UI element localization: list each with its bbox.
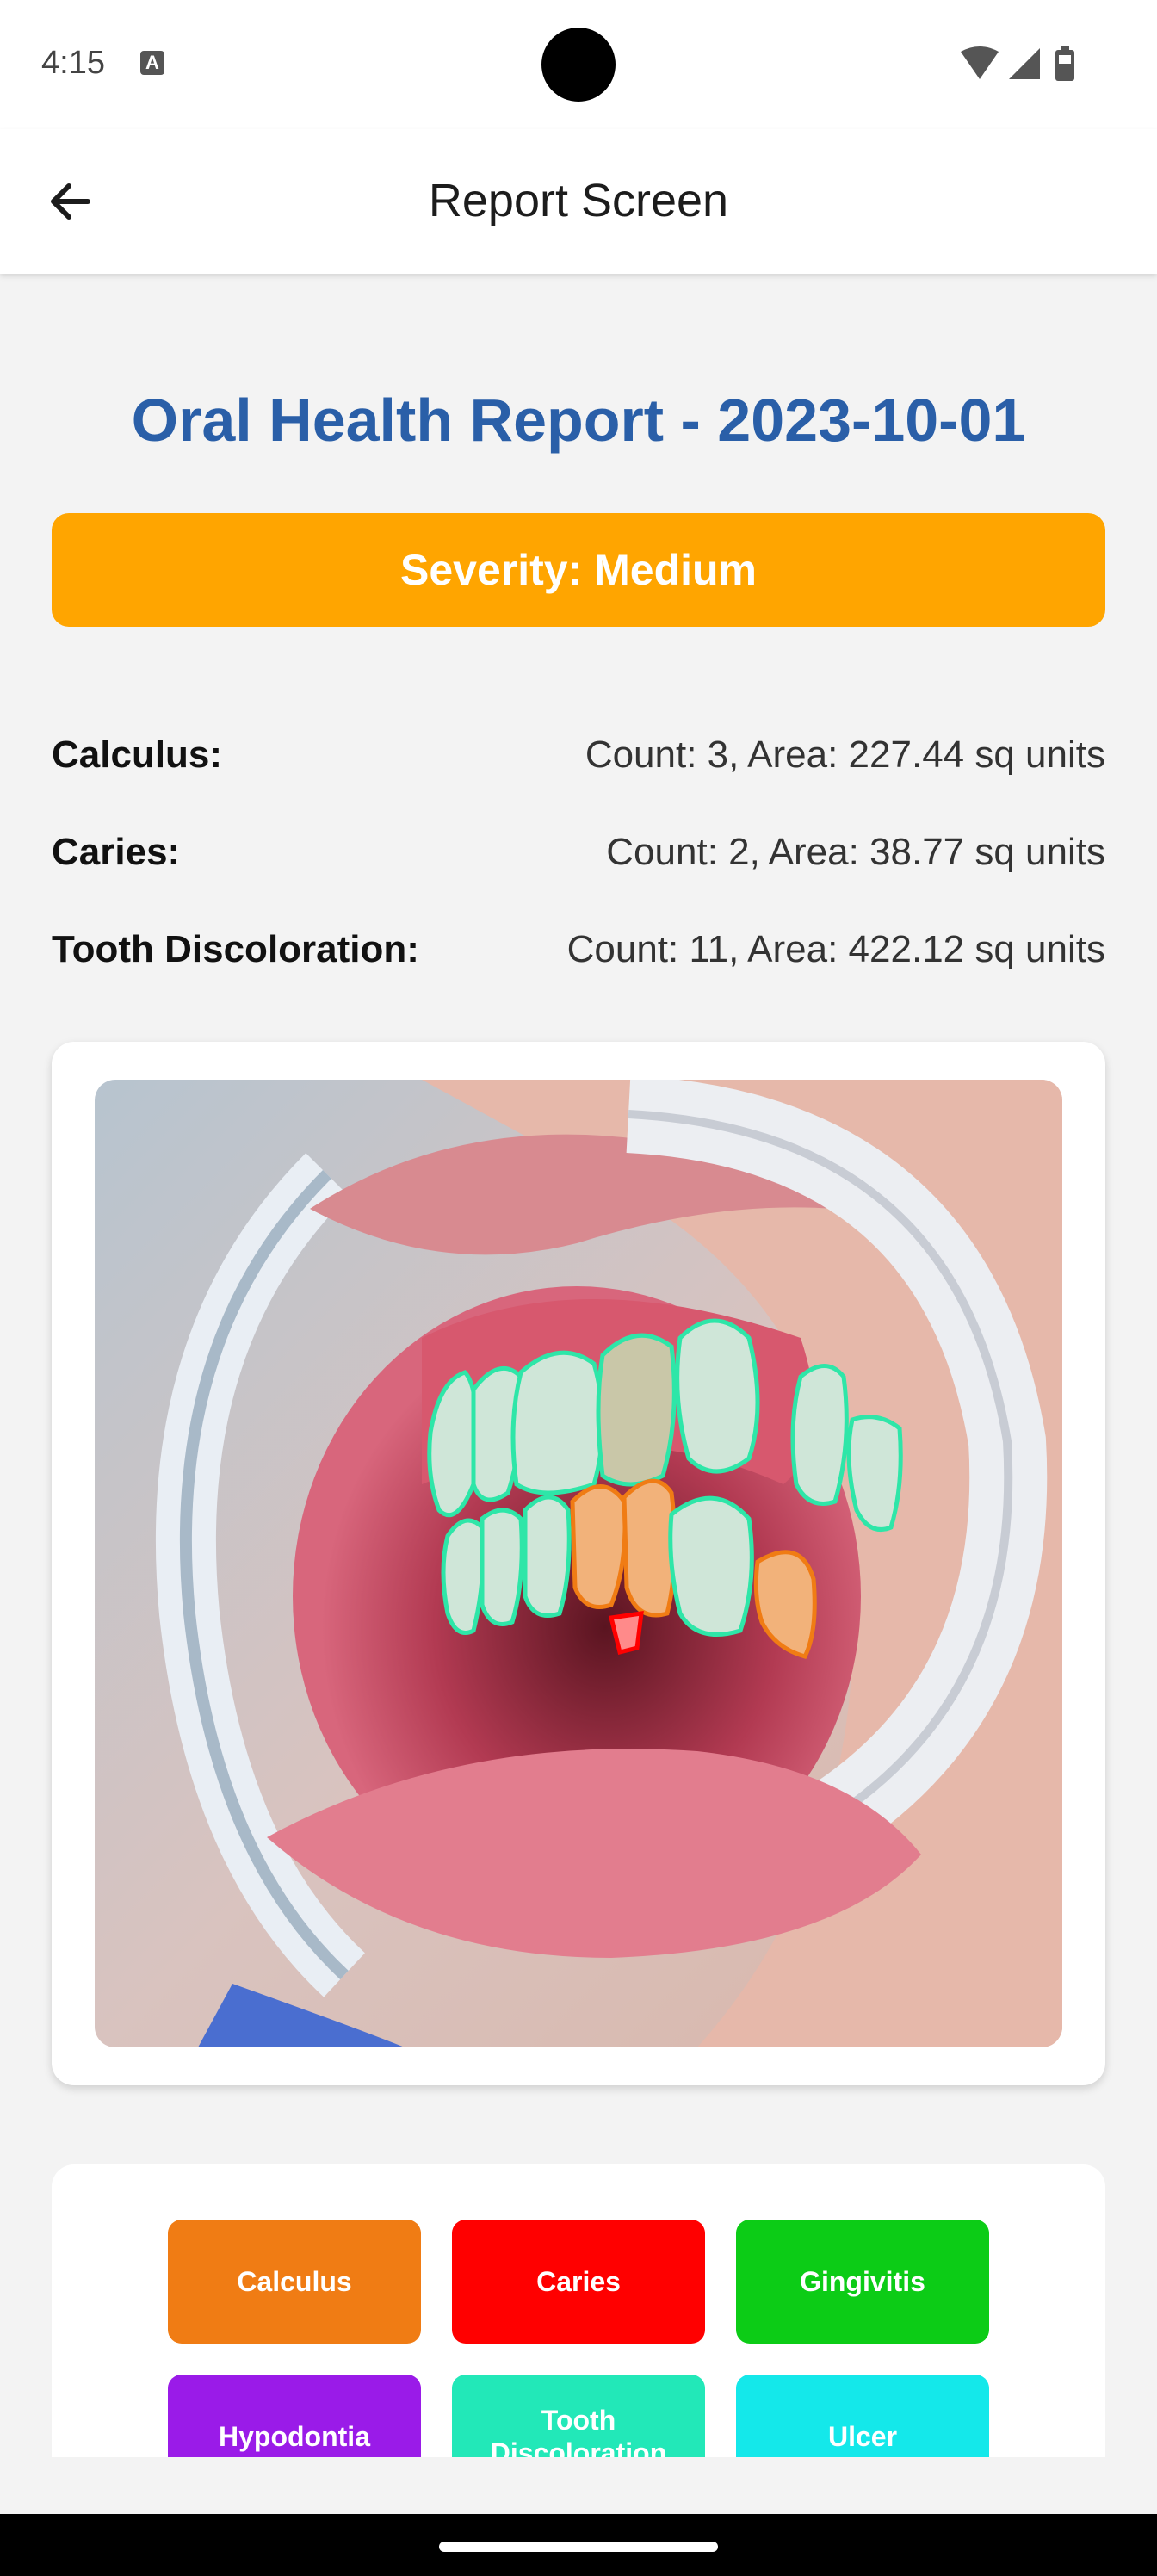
legend-gingivitis-button[interactable]: Gingivitis bbox=[736, 2220, 989, 2344]
stat-row-tooth-discoloration: Tooth Discoloration: Count: 11, Area: 42… bbox=[52, 928, 1105, 980]
signal-icon bbox=[1009, 48, 1040, 79]
legend-card: Calculus Caries Gingivitis Hypodontia To… bbox=[52, 2164, 1105, 2457]
legend-caries-button[interactable]: Caries bbox=[452, 2220, 705, 2344]
annotated-image-card bbox=[52, 1042, 1105, 2085]
stat-value: Count: 2, Area: 38.77 sq units bbox=[606, 831, 1105, 873]
severity-badge: Severity: Medium bbox=[52, 513, 1105, 627]
stat-label: Tooth Discoloration: bbox=[52, 928, 419, 970]
legend-tooth-discoloration-button[interactable]: Tooth Discoloration bbox=[452, 2375, 705, 2457]
camera-cutout bbox=[541, 28, 616, 102]
app-bar: Report Screen bbox=[0, 129, 1157, 274]
stat-label: Calculus: bbox=[52, 734, 223, 776]
annotated-mouth-photo bbox=[95, 1080, 1062, 2047]
notification-icon: A bbox=[140, 51, 164, 75]
stat-row-caries: Caries: Count: 2, Area: 38.77 sq units bbox=[52, 831, 1105, 882]
stat-value: Count: 11, Area: 422.12 sq units bbox=[566, 928, 1105, 970]
stat-value: Count: 3, Area: 227.44 sq units bbox=[585, 734, 1105, 776]
app-bar-title: Report Screen bbox=[428, 175, 729, 226]
status-icons bbox=[961, 46, 1074, 81]
status-bar: 4:15 A bbox=[0, 0, 1157, 129]
home-gesture-pill[interactable] bbox=[439, 2542, 718, 2552]
legend-calculus-button[interactable]: Calculus bbox=[168, 2220, 421, 2344]
report-title: Oral Health Report - 2023-10-01 bbox=[131, 387, 1026, 454]
wifi-icon bbox=[961, 46, 999, 79]
stat-label: Caries: bbox=[52, 831, 181, 873]
legend-hypodontia-button[interactable]: Hypodontia bbox=[168, 2375, 421, 2457]
status-time: 4:15 bbox=[41, 45, 105, 81]
stat-row-calculus: Calculus: Count: 3, Area: 227.44 sq unit… bbox=[52, 734, 1105, 785]
legend-ulcer-button[interactable]: Ulcer bbox=[736, 2375, 989, 2457]
